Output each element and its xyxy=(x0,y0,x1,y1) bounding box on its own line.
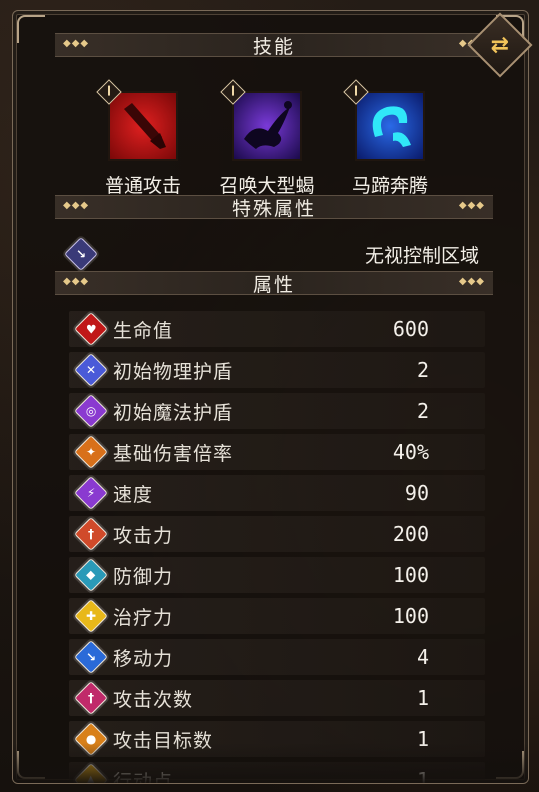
magic-shield-icon: ◎ xyxy=(74,394,108,428)
attribute-row[interactable]: ♥ 生命值 600 xyxy=(69,311,485,347)
attribute-name: 攻击次数 xyxy=(113,688,194,711)
horseshoe-icon xyxy=(343,79,425,161)
attribute-name: 初始物理护盾 xyxy=(113,360,234,383)
skill-label: 普通攻击 xyxy=(104,175,181,197)
attributes-section-header: ◆◆◆ 属性 ◆◆◆ xyxy=(55,271,493,296)
heart-icon: ♥ xyxy=(74,312,108,346)
scorpion-icon xyxy=(220,79,302,161)
attributes-title: 属性 xyxy=(252,273,295,296)
boot-icon: ↘ xyxy=(64,237,98,271)
attribute-row[interactable]: † 攻击力 200 xyxy=(69,516,485,552)
skill-label: 马蹄奔腾 xyxy=(351,175,428,197)
ornament-dots: ◆◆◆ xyxy=(63,200,90,211)
attribute-row[interactable]: ⚡ 速度 90 xyxy=(69,475,485,511)
unit-info-panel: ◆◆◆ 技能 ◆◆◆ 普通攻击 召唤大型蝎 xyxy=(12,10,529,784)
attribute-value: 4 xyxy=(416,645,429,669)
attribute-row[interactable]: ↘ 移动力 4 xyxy=(69,639,485,675)
swap-arrows-icon: ⇄ xyxy=(490,32,510,58)
skills-section-header: ◆◆◆ 技能 ◆◆◆ xyxy=(55,33,493,58)
attack-count-icon: † xyxy=(74,681,108,715)
attribute-value: 100 xyxy=(392,604,429,628)
attribute-value: 100 xyxy=(392,563,429,587)
attribute-row[interactable]: † 攻击次数 1 xyxy=(69,680,485,716)
attribute-name: 基础伤害倍率 xyxy=(113,442,234,465)
speed-icon: ⚡ xyxy=(74,476,108,510)
skill-summon-scorpion[interactable]: 召唤大型蝎 xyxy=(212,79,322,198)
attribute-value: 2 xyxy=(416,358,429,382)
attribute-value: 600 xyxy=(392,317,429,341)
attribute-row[interactable]: ✚ 治疗力 100 xyxy=(69,598,485,634)
skills-title: 技能 xyxy=(252,35,295,58)
attribute-value: 1 xyxy=(416,686,429,710)
ornament-dots: ◆◆◆ xyxy=(458,276,485,287)
attribute-value: 2 xyxy=(416,399,429,423)
attribute-row[interactable]: ✦ 基础伤害倍率 40% xyxy=(69,434,485,470)
attribute-row[interactable]: ✕ 初始物理护盾 2 xyxy=(69,352,485,388)
ornament-dots: ◆◆◆ xyxy=(63,276,90,287)
move-icon: ↘ xyxy=(74,640,108,674)
frame-corner xyxy=(17,15,45,43)
attribute-name: 移动力 xyxy=(113,647,174,670)
attribute-name: 初始魔法护盾 xyxy=(113,401,234,424)
ornament-dots: ◆◆◆ xyxy=(63,38,90,49)
attribute-value: 40% xyxy=(392,440,429,464)
attribute-value: 90 xyxy=(404,481,429,505)
special-section-header: ◆◆◆ 特殊属性 ◆◆◆ xyxy=(55,195,493,220)
attribute-value: 200 xyxy=(392,522,429,546)
attribute-name: 防御力 xyxy=(113,565,174,588)
attribute-name: 治疗力 xyxy=(113,606,174,629)
scroll-fade xyxy=(13,743,528,783)
defense-icon: ◆ xyxy=(74,558,108,592)
sword-icon xyxy=(96,79,178,161)
attack-icon: † xyxy=(74,517,108,551)
attribute-name: 生命值 xyxy=(113,319,174,342)
physical-shield-icon: ✕ xyxy=(74,353,108,387)
skill-normal-attack[interactable]: 普通攻击 xyxy=(88,79,198,198)
special-title: 特殊属性 xyxy=(231,197,316,220)
skill-horse-gallop[interactable]: 马蹄奔腾 xyxy=(335,79,445,198)
attribute-row[interactable]: ◎ 初始魔法护盾 2 xyxy=(69,393,485,429)
special-attribute-row[interactable]: ↘ 无视控制区域 xyxy=(64,236,479,272)
attribute-name: 速度 xyxy=(113,483,154,506)
heal-icon: ✚ xyxy=(74,599,108,633)
special-attribute-name: 无视控制区域 xyxy=(364,244,479,267)
damage-rate-icon: ✦ xyxy=(74,435,108,469)
attribute-list: ♥ 生命值 600 ✕ 初始物理护盾 2 ◎ 初始魔法护盾 2 ✦ 基础伤害倍率 40% ⚡ 速度 90 † 攻… xyxy=(69,311,485,783)
ornament-dots: ◆◆◆ xyxy=(458,200,485,211)
attribute-name: 攻击力 xyxy=(113,524,174,547)
attribute-row[interactable]: ◆ 防御力 100 xyxy=(69,557,485,593)
